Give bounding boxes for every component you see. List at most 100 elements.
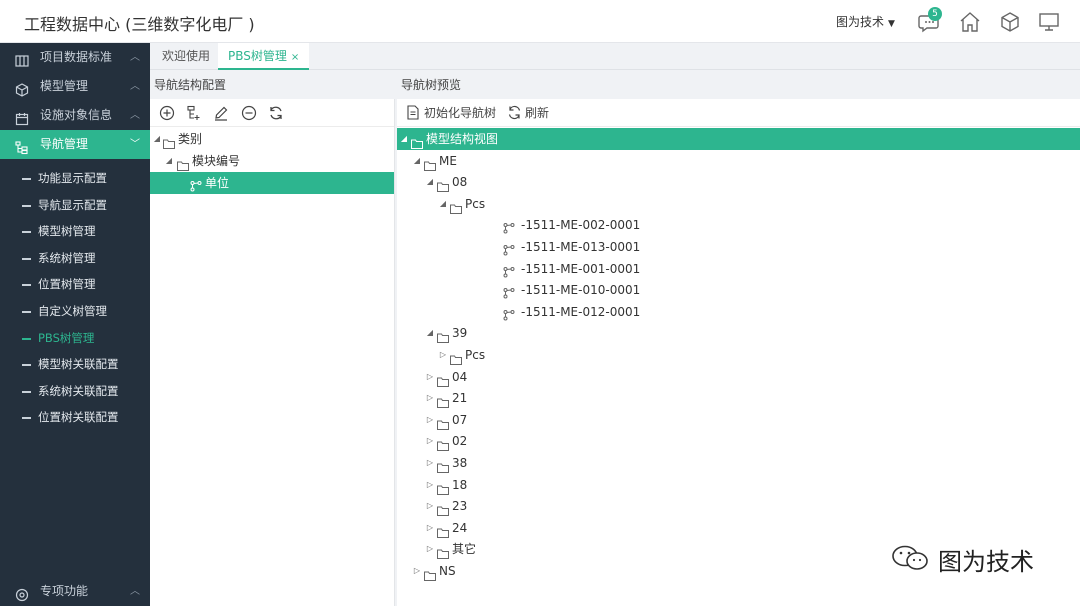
sidebar-item-facility-info[interactable]: 设施对象信息 ︿ — [0, 101, 150, 130]
preview-tree-node[interactable]: ◢ ME — [397, 150, 1080, 172]
home-icon[interactable] — [958, 10, 982, 34]
folder-icon — [437, 372, 449, 387]
sidebar-item-navigation-management[interactable]: 导航管理 ﹀ — [0, 130, 150, 159]
preview-tree-node[interactable]: ▷ Pcs — [397, 344, 1080, 366]
expand-arrow-icon[interactable]: ▷ — [425, 474, 435, 496]
init-nav-tree-button[interactable]: 初始化导航树 — [406, 99, 496, 127]
preview-tree-node[interactable]: ▷ 07 — [397, 409, 1080, 431]
tree-node-label: 23 — [452, 499, 468, 514]
tab-pbs-tree[interactable]: PBS树管理 × — [218, 43, 310, 70]
folder-icon — [411, 134, 423, 149]
dash-marker — [22, 204, 31, 207]
collapse-arrow-icon[interactable]: ◢ — [164, 150, 174, 172]
collapse-arrow-icon[interactable]: ◢ — [399, 128, 409, 150]
sidebar-subitem-function-display[interactable]: 功能显示配置 — [0, 165, 150, 192]
user-menu[interactable]: 图为技术 ▼ — [836, 13, 895, 30]
tree-node-label: -1511-ME-013-0001 — [521, 240, 641, 254]
node-link-icon — [503, 219, 515, 234]
caret-down-icon: ▼ — [888, 19, 895, 29]
chat-icon[interactable]: 5 — [918, 7, 942, 34]
sidebar-subitem-custom-tree[interactable]: 自定义树管理 — [0, 298, 150, 325]
preview-tree-node[interactable]: ▷ 38 — [397, 452, 1080, 474]
dash-marker — [22, 284, 31, 287]
right-panel-title: 导航树预览 — [401, 71, 462, 99]
sidebar-item-special-functions[interactable]: 专项功能 ︿ — [0, 577, 150, 606]
close-icon[interactable]: × — [291, 52, 299, 63]
app-title: 工程数据中心 (三维数字化电厂 ) — [24, 15, 255, 34]
preview-tree-node[interactable]: ▷ 24 — [397, 517, 1080, 539]
collapse-arrow-icon[interactable]: ◢ — [425, 322, 435, 344]
preview-tree-node[interactable]: -1511-ME-010-0001 — [397, 279, 1080, 301]
preview-tree-node[interactable]: ▷ 18 — [397, 474, 1080, 496]
edit-icon[interactable] — [213, 105, 229, 121]
sidebar-subitem-nav-display[interactable]: 导航显示配置 — [0, 192, 150, 219]
sidebar-subitem-location-tree-link[interactable]: 位置树关联配置 — [0, 404, 150, 431]
expand-arrow-icon[interactable]: ▷ — [425, 538, 435, 560]
collapse-arrow-icon[interactable]: ◢ — [425, 171, 435, 193]
sidebar-subitem-system-tree[interactable]: 系统树管理 — [0, 245, 150, 272]
tree-node-label: 02 — [452, 434, 468, 449]
monitor-icon[interactable] — [1037, 10, 1061, 34]
preview-tree-node[interactable]: ◢ 08 — [397, 171, 1080, 193]
node-link-icon — [190, 177, 202, 192]
sidebar-subitem-pbs-tree[interactable]: PBS树管理 — [0, 325, 150, 352]
preview-tree-node[interactable]: -1511-ME-013-0001 — [397, 236, 1080, 258]
sidebar-subitem-label: PBS树管理 — [38, 330, 95, 345]
preview-tree-node[interactable]: ◢ 39 — [397, 322, 1080, 344]
preview-tree-node[interactable]: ▷ 04 — [397, 366, 1080, 388]
expand-arrow-icon[interactable]: ▷ — [438, 344, 448, 366]
structure-node-category[interactable]: ◢ 类别 — [150, 128, 394, 150]
preview-tree-node[interactable]: ▷ 23 — [397, 495, 1080, 517]
preview-tree-node[interactable]: ▷ 21 — [397, 387, 1080, 409]
add-child-node-icon[interactable] — [186, 105, 202, 121]
preview-tree-node[interactable]: -1511-ME-002-0001 — [397, 214, 1080, 236]
user-name: 图为技术 — [836, 15, 885, 29]
sidebar-subitem-label: 自定义树管理 — [38, 303, 107, 318]
folder-icon — [437, 523, 449, 538]
remove-circle-icon[interactable] — [241, 105, 257, 121]
expand-arrow-icon[interactable]: ▷ — [425, 452, 435, 474]
preview-tree-node[interactable]: ◢ 模型结构视图 — [397, 128, 1080, 150]
tree-node-label: 39 — [452, 326, 468, 341]
expand-arrow-icon[interactable]: ▷ — [412, 560, 422, 582]
document-icon — [407, 105, 419, 120]
preview-tree-node[interactable]: -1511-ME-012-0001 — [397, 301, 1080, 323]
node-link-icon — [503, 241, 515, 256]
expand-arrow-icon[interactable]: ▷ — [425, 517, 435, 539]
folder-icon — [450, 199, 462, 214]
dash-marker — [22, 417, 31, 420]
folder-icon — [437, 393, 449, 409]
sidebar-subitem-label: 导航显示配置 — [38, 197, 107, 212]
refresh-icon[interactable] — [268, 105, 284, 121]
structure-node-module-number[interactable]: ◢ 模块编号 — [150, 150, 394, 172]
sidebar-subitem-model-tree-link[interactable]: 模型树关联配置 — [0, 351, 150, 378]
preview-tree-node[interactable]: -1511-ME-001-0001 — [397, 258, 1080, 280]
cube-icon[interactable] — [998, 10, 1022, 34]
folder-icon — [437, 436, 449, 452]
sidebar-subitem-model-tree[interactable]: 模型树管理 — [0, 218, 150, 245]
expand-arrow-icon[interactable]: ▷ — [425, 409, 435, 431]
expand-arrow-icon[interactable]: ▷ — [425, 366, 435, 388]
expand-arrow-icon[interactable]: ▷ — [425, 387, 435, 409]
collapse-arrow-icon[interactable]: ◢ — [152, 128, 162, 150]
sidebar-subitem-system-tree-link[interactable]: 系统树关联配置 — [0, 378, 150, 405]
sidebar-item-model-management[interactable]: 模型管理 ︿ — [0, 72, 150, 101]
add-circle-icon[interactable] — [159, 105, 175, 121]
tab-welcome[interactable]: 欢迎使用 — [152, 43, 220, 70]
structure-node-unit[interactable]: 单位 — [150, 172, 394, 194]
collapse-arrow-icon[interactable]: ◢ — [412, 150, 422, 172]
expand-arrow-icon[interactable]: ▷ — [425, 430, 435, 452]
collapse-arrow-icon[interactable]: ◢ — [438, 193, 448, 215]
sidebar-item-label: 项目数据标准 — [40, 50, 113, 64]
expand-arrow-icon[interactable]: ▷ — [425, 495, 435, 517]
dash-marker — [22, 231, 31, 234]
preview-tree-node[interactable]: ▷ 02 — [397, 430, 1080, 452]
sidebar-subitem-location-tree[interactable]: 位置树管理 — [0, 271, 150, 298]
left-panel-title: 导航结构配置 — [154, 71, 227, 99]
preview-tree-node[interactable]: ◢ Pcs — [397, 193, 1080, 215]
sidebar-item-label: 模型管理 — [40, 79, 89, 93]
tree-node-label: Pcs — [465, 196, 486, 211]
sidebar-item-project-standard[interactable]: 项目数据标准 ︿ — [0, 43, 150, 72]
refresh-button[interactable]: 刷新 — [507, 99, 549, 127]
chevron-up-icon: ︿ — [130, 110, 140, 121]
